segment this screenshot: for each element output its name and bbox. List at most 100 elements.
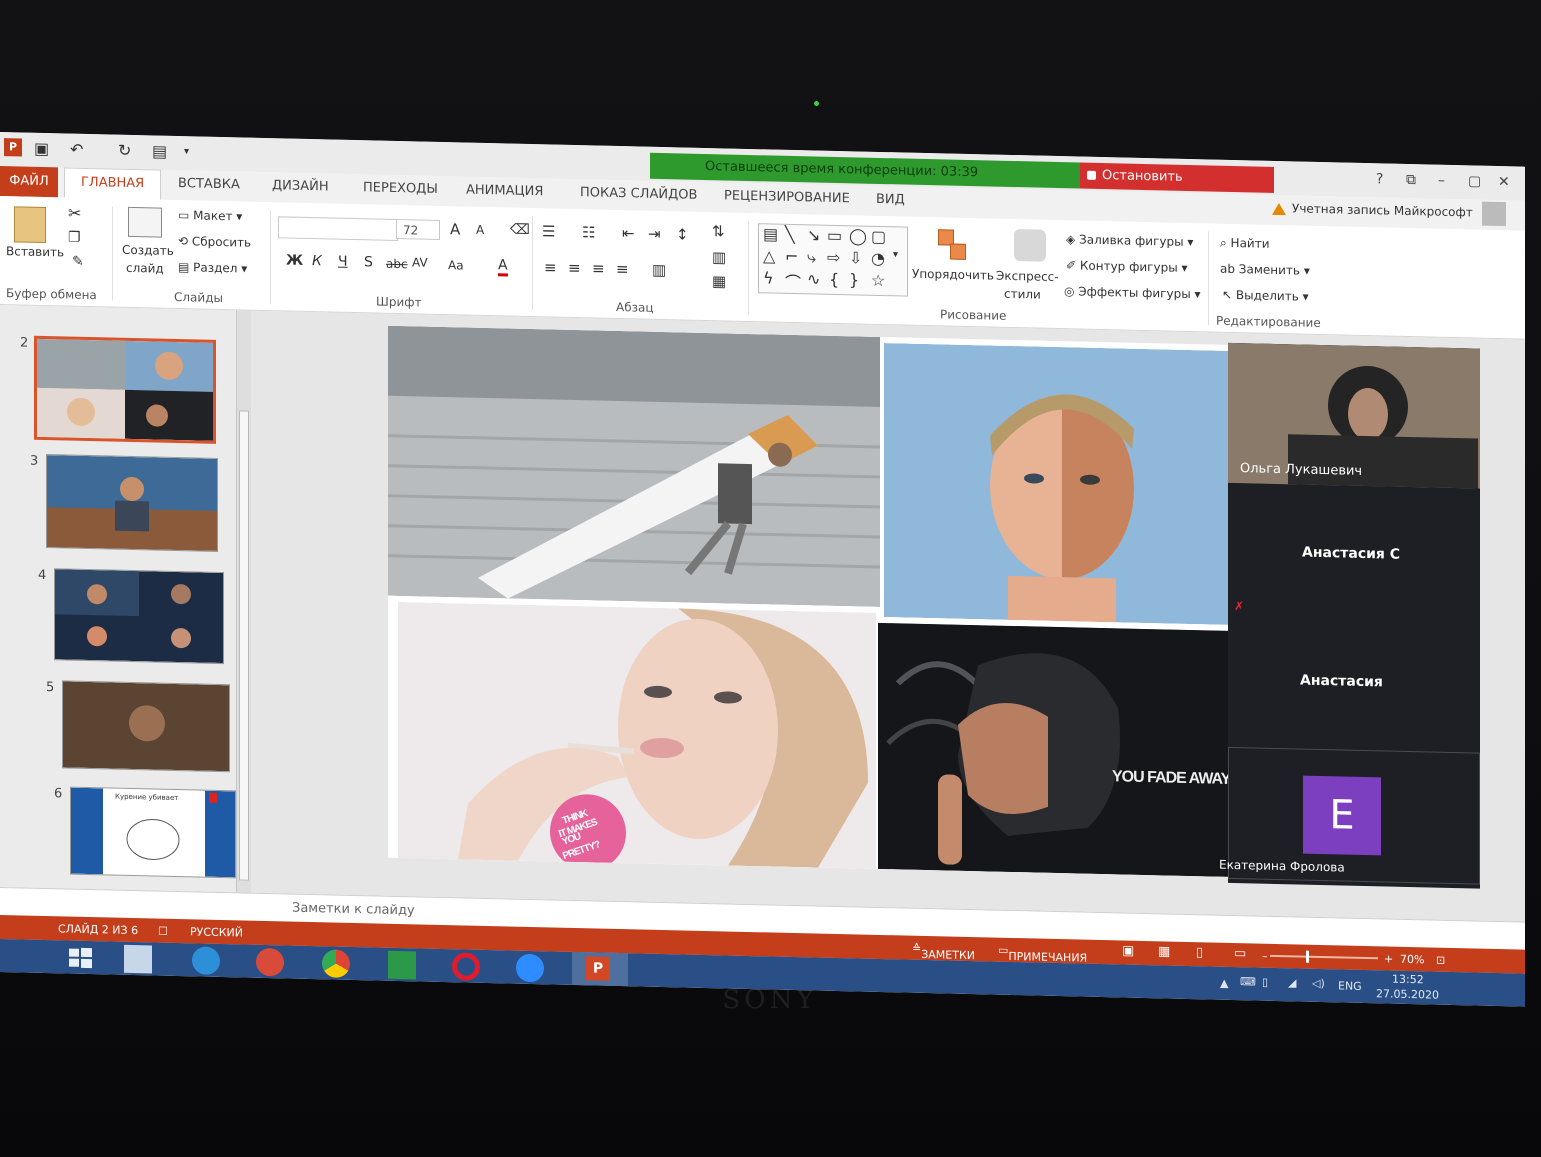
underline-button[interactable]: Ч — [338, 254, 348, 270]
quick-styles-label-2[interactable]: стили — [1004, 287, 1041, 302]
keyboard-tray-icon[interactable]: ⌨ — [1240, 975, 1256, 988]
down-arrow-shape-icon[interactable]: ⇩ — [849, 248, 862, 267]
save-icon[interactable]: ▣ — [34, 139, 49, 158]
notes-toggle[interactable]: ≙ ЗАМЕТКИ — [912, 942, 975, 962]
fit-slide-icon[interactable]: ⊡ — [1436, 954, 1445, 967]
connector-shape-icon[interactable]: ⌐ — [785, 247, 798, 266]
font-color-button[interactable]: A — [498, 257, 508, 277]
scrollbar-thumb[interactable] — [239, 410, 249, 881]
participant-tile[interactable]: Анастасия С ✗ — [1228, 483, 1480, 625]
close-button[interactable]: ✕ — [1498, 174, 1510, 190]
align-text-icon[interactable]: ▥ — [712, 248, 726, 266]
line-spacing-icon[interactable]: ↕ — [676, 225, 689, 243]
shape-outline-button[interactable]: ✐ Контур фигуры ▾ — [1066, 258, 1188, 275]
select-button[interactable]: ↖ Выделить ▾ — [1222, 288, 1309, 304]
italic-button[interactable]: К — [312, 253, 322, 269]
change-case-button[interactable]: Aa — [448, 258, 464, 272]
quick-styles-label-1[interactable]: Экспресс- — [996, 269, 1059, 284]
undo-icon[interactable]: ↶ — [70, 140, 83, 159]
zoom-level[interactable]: 70% — [1400, 953, 1424, 967]
increase-indent-icon[interactable]: ⇥ — [648, 225, 661, 243]
maximize-button[interactable]: ▢ — [1468, 173, 1481, 189]
reading-view-icon[interactable]: ▯ — [1196, 945, 1203, 960]
file-explorer-icon[interactable] — [124, 944, 152, 974]
tab-slideshow[interactable]: ПОКАЗ СЛАЙДОВ — [580, 185, 697, 203]
slide-sorter-icon[interactable]: ▦ — [1158, 944, 1170, 959]
align-right-icon[interactable]: ≡ — [592, 259, 605, 277]
cut-icon[interactable]: ✂ — [68, 204, 81, 223]
zoom-slider-thumb[interactable] — [1306, 950, 1309, 963]
slide-thumb-2[interactable] — [34, 335, 216, 444]
grow-font-button[interactable]: A — [450, 220, 460, 238]
stop-demo-button[interactable]: Остановить демонстрацию — [1080, 162, 1274, 211]
participant-tile[interactable]: E Екатерина Фролова — [1219, 746, 1480, 885]
participant-video[interactable]: Ольга Лукашевич — [1228, 342, 1480, 489]
format-painter-icon[interactable]: ✎ — [72, 254, 84, 270]
callout-shape-icon[interactable]: ◔ — [871, 249, 885, 268]
zoom-in-button[interactable]: + — [1384, 952, 1393, 965]
quick-styles-icon[interactable] — [1014, 229, 1046, 262]
shape-effects-button[interactable]: ◎ Эффекты фигуры ▾ — [1064, 284, 1201, 301]
volume-tray-icon[interactable]: ◁) — [1312, 977, 1325, 990]
slide-thumb-6[interactable]: Курение убивает — [70, 786, 236, 879]
clock-date[interactable]: 27.05.2020 — [1376, 987, 1439, 1001]
start-button[interactable] — [66, 943, 94, 972]
ribbon-display-icon[interactable]: ⧉ — [1406, 172, 1416, 188]
chrome-icon[interactable] — [322, 949, 350, 978]
star-shape-icon[interactable]: ☆ — [871, 271, 885, 290]
opera-icon[interactable] — [452, 952, 480, 981]
slide-canvas[interactable]: THINK IT MAKES YOU PRETTY? YOU FADE AWAY — [388, 325, 1240, 878]
tab-file[interactable]: ФАЙЛ — [0, 166, 58, 198]
bullets-icon[interactable]: ☰ — [542, 222, 555, 240]
shapes-gallery[interactable]: ▤ ╲ ↘ ▭ ◯ ▢ △ ⌐ ⤷ ⇨ ⇩ ◔ ϟ ⌒ ∿ { } ☆ ▾ — [758, 223, 908, 297]
tray-expand-icon[interactable]: ▲ — [1220, 977, 1228, 990]
justify-icon[interactable]: ≡ — [616, 260, 629, 278]
thumbnails-scrollbar[interactable] — [236, 310, 251, 893]
shrink-font-button[interactable]: A — [476, 223, 484, 237]
arrange-button[interactable]: Упорядочить — [912, 267, 994, 283]
lightning-shape-icon[interactable]: ϟ — [763, 268, 774, 287]
curve-shape-icon[interactable]: ∿ — [807, 269, 820, 288]
paint-icon[interactable] — [256, 947, 284, 977]
store-icon[interactable] — [388, 950, 416, 980]
zoom-out-button[interactable]: – — [1262, 950, 1268, 963]
slide-thumb-3[interactable] — [46, 454, 218, 552]
start-slideshow-icon[interactable]: ▤ — [152, 141, 167, 160]
normal-view-icon[interactable]: ▣ — [1122, 943, 1134, 958]
internet-explorer-icon[interactable] — [192, 946, 220, 975]
shape-fill-button[interactable]: ◈ Заливка фигуры ▾ — [1066, 232, 1193, 249]
layout-button[interactable]: ▭ Макет ▾ — [178, 208, 242, 223]
redo-icon[interactable]: ↻ — [118, 141, 131, 160]
new-slide-icon[interactable] — [128, 206, 162, 238]
account-avatar[interactable] — [1482, 201, 1506, 227]
columns-icon[interactable]: ▥ — [652, 261, 666, 279]
paste-button[interactable]: Вставить — [6, 244, 64, 259]
textbox-shape-icon[interactable]: ▤ — [763, 224, 778, 243]
minimize-button[interactable]: – — [1438, 173, 1445, 189]
reset-button[interactable]: ⟲ Сбросить — [178, 234, 251, 250]
replace-button[interactable]: ab Заменить ▾ — [1220, 262, 1310, 278]
align-left-icon[interactable]: ≡ — [544, 258, 557, 276]
font-family-select[interactable] — [278, 216, 398, 242]
battery-tray-icon[interactable]: ▯ — [1262, 976, 1268, 989]
decrease-indent-icon[interactable]: ⇤ — [622, 224, 635, 242]
slideshow-view-icon[interactable]: ▭ — [1234, 946, 1246, 961]
participant-tile[interactable]: Анастасия — [1228, 619, 1480, 749]
find-button[interactable]: ⌕ Найти — [1220, 236, 1270, 252]
customize-toolbar-icon[interactable]: ▾ — [184, 146, 189, 157]
spellcheck-icon[interactable]: ☐ — [158, 925, 168, 938]
line-shape-icon[interactable]: ╲ — [785, 225, 795, 244]
tab-design[interactable]: ДИЗАЙН — [272, 178, 329, 194]
language-indicator[interactable]: РУССКИЙ — [190, 925, 243, 939]
comments-toggle[interactable]: ▭ ПРИМЕЧАНИЯ — [998, 944, 1087, 965]
zoom-slider[interactable] — [1270, 954, 1378, 960]
tab-view[interactable]: ВИД — [876, 192, 905, 208]
zoom-app-icon[interactable] — [516, 953, 544, 983]
gallery-more-icon[interactable]: ▾ — [893, 249, 898, 260]
brace-left-shape-icon[interactable]: { — [829, 270, 839, 289]
clear-format-icon[interactable]: ⌫ — [510, 222, 530, 238]
rectangle-shape-icon[interactable]: ▭ — [827, 226, 842, 245]
bold-button[interactable]: Ж — [286, 252, 303, 268]
clock-time[interactable]: 13:52 — [1392, 973, 1424, 987]
font-size-select[interactable]: 72 — [396, 218, 440, 240]
